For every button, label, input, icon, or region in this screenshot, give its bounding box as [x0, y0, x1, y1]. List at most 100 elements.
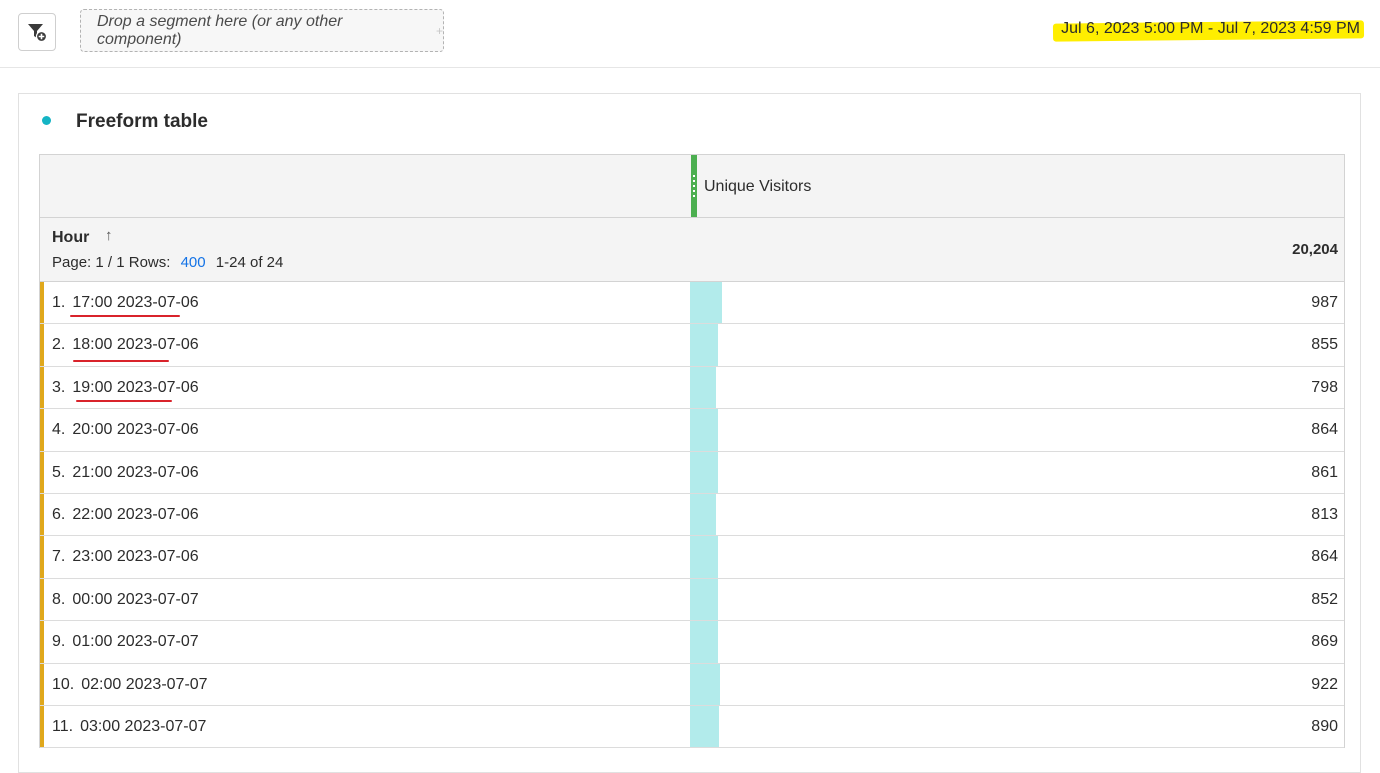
- page-label: Page: 1 / 1: [52, 254, 125, 271]
- row-accent: [40, 451, 44, 493]
- add-filter-button[interactable]: [18, 13, 56, 51]
- bar-fill: [690, 324, 718, 366]
- table-row[interactable]: 11. 03:00 2023-07-07 890: [40, 705, 1344, 749]
- freeform-table: Unique Visitors Hour ↑ Page: 1 / 1 Rows:…: [39, 154, 1345, 749]
- row-accent: [40, 282, 44, 324]
- bar-fill: [690, 663, 720, 705]
- row-index: 6.: [52, 505, 66, 523]
- bar-fill: [690, 705, 719, 748]
- metric-header-unique-visitors[interactable]: Unique Visitors: [704, 178, 811, 196]
- red-underline: [73, 360, 169, 363]
- table-row[interactable]: 3. 19:00 2023-07-06 798: [40, 366, 1344, 410]
- row-index: 2.: [52, 336, 66, 354]
- range-label: 1-24 of 24: [215, 254, 284, 271]
- table-row[interactable]: 6. 22:00 2023-07-06 813: [40, 493, 1344, 537]
- freeform-panel: Freeform table Unique Visitors Hour ↑ Pa…: [18, 93, 1361, 773]
- row-accent: [40, 663, 44, 705]
- table-row[interactable]: 10. 02:00 2023-07-07 922: [40, 663, 1344, 706]
- row-label[interactable]: 5. 21:00 2023-07-06: [52, 464, 199, 482]
- table-row[interactable]: 4. 20:00 2023-07-06 864: [40, 409, 1344, 452]
- row-hour: 20:00 2023-07-06: [72, 421, 199, 439]
- row-hour: 01:00 2023-07-07: [72, 633, 199, 651]
- row-accent: [40, 705, 44, 748]
- row-label[interactable]: 8. 00:00 2023-07-07: [52, 591, 199, 609]
- row-accent: [40, 578, 44, 621]
- row-accent: [40, 324, 44, 366]
- bar-fill: [690, 621, 719, 663]
- row-label[interactable]: 10. 02:00 2023-07-07: [52, 676, 208, 694]
- rows-label: Rows:: [128, 254, 171, 271]
- table-body: 1. 17:00 2023-07-06 987 2. 18:00 2023-07-06 8…: [40, 282, 1344, 749]
- row-label[interactable]: 3. 19:00 2023-07-06: [52, 379, 199, 397]
- row-accent: [40, 493, 44, 536]
- row-hour: 21:00 2023-07-06: [72, 463, 199, 481]
- panel-title[interactable]: Freeform table: [76, 111, 208, 133]
- metric-header-row: Unique Visitors: [40, 155, 1344, 218]
- filter-add-icon: [28, 24, 48, 43]
- row-index: 3.: [52, 378, 66, 396]
- pagination-info: Page: 1 / 1 Rows: 400 1-24 of 24: [52, 254, 283, 271]
- row-value: 864: [1311, 421, 1338, 439]
- date-range-picker[interactable]: Jul 6, 2023 5:00 PM - Jul 7, 2023 4:59 P…: [1053, 20, 1365, 42]
- row-label[interactable]: 1. 17:00 2023-07-06: [52, 294, 199, 312]
- row-index: 5.: [52, 463, 66, 481]
- bar-fill: [690, 282, 722, 324]
- row-hour: 22:00 2023-07-06: [72, 505, 199, 523]
- table-row[interactable]: 1. 17:00 2023-07-06 987: [40, 282, 1344, 325]
- row-hour: 00:00 2023-07-07: [72, 590, 199, 608]
- row-value: 890: [1311, 717, 1338, 735]
- bar-fill: [690, 409, 718, 451]
- row-value: 813: [1311, 505, 1338, 523]
- table-row[interactable]: 2. 18:00 2023-07-06 855: [40, 324, 1344, 367]
- row-label[interactable]: 7. 23:00 2023-07-06: [52, 548, 199, 566]
- row-accent: [40, 621, 44, 663]
- row-index: 11.: [52, 717, 74, 735]
- panel-status-dot: [42, 116, 51, 125]
- row-hour: 17:00 2023-07-06: [72, 294, 199, 311]
- row-label[interactable]: 11. 03:00 2023-07-07: [52, 718, 206, 736]
- drag-handle-icon[interactable]: [693, 175, 695, 197]
- top-bar: Drop a segment here (or any other compon…: [0, 0, 1380, 68]
- row-hour: 23:00 2023-07-06: [72, 548, 199, 566]
- row-accent: [40, 536, 44, 578]
- bar-fill: [690, 536, 718, 578]
- row-value: 855: [1311, 336, 1338, 354]
- bar-fill: [690, 366, 716, 409]
- bar-fill: [690, 578, 718, 621]
- row-hour: 18:00 2023-07-06: [72, 336, 199, 354]
- table-row[interactable]: 7. 23:00 2023-07-06 864: [40, 536, 1344, 579]
- table-row[interactable]: 9. 01:00 2023-07-07 869: [40, 621, 1344, 664]
- row-hour: 02:00 2023-07-07: [81, 675, 208, 693]
- arrow-up-icon[interactable]: ↑: [105, 227, 113, 244]
- row-accent: [40, 409, 44, 451]
- metric-total: 20,204: [1292, 241, 1338, 258]
- red-underline: [70, 315, 180, 317]
- dimension-header-row: Hour ↑ Page: 1 / 1 Rows: 400 1-24 of 24 …: [40, 218, 1344, 282]
- table-row[interactable]: 5. 21:00 2023-07-06 861: [40, 451, 1344, 494]
- table-row[interactable]: 8. 00:00 2023-07-07 852: [40, 578, 1344, 622]
- segment-drop-zone[interactable]: Drop a segment here (or any other compon…: [80, 9, 444, 52]
- row-value: 864: [1311, 548, 1338, 566]
- row-label[interactable]: 9. 01:00 2023-07-07: [52, 633, 199, 651]
- plus-icon: +: [435, 23, 443, 38]
- dimension-header-hour[interactable]: Hour: [52, 229, 89, 247]
- row-label[interactable]: 2. 18:00 2023-07-06: [52, 336, 199, 354]
- rows-per-page-select[interactable]: 400: [181, 254, 206, 271]
- date-range-text: Jul 6, 2023 5:00 PM - Jul 7, 2023 4:59 P…: [1061, 20, 1360, 37]
- row-hour: 03:00 2023-07-07: [80, 717, 207, 735]
- row-value: 861: [1311, 463, 1338, 481]
- row-index: 8.: [52, 590, 66, 608]
- row-value: 987: [1311, 294, 1338, 311]
- row-index: 1.: [52, 294, 66, 311]
- dropzone-text: Drop a segment here (or any other compon…: [97, 12, 343, 48]
- row-label[interactable]: 6. 22:00 2023-07-06: [52, 506, 199, 524]
- row-index: 4.: [52, 421, 66, 439]
- row-accent: [40, 366, 44, 409]
- row-index: 7.: [52, 548, 66, 566]
- row-index: 9.: [52, 633, 66, 651]
- row-value: 869: [1311, 633, 1338, 651]
- bar-fill: [690, 493, 717, 536]
- bar-fill: [690, 451, 718, 493]
- red-underline: [76, 399, 172, 402]
- row-label[interactable]: 4. 20:00 2023-07-06: [52, 421, 199, 439]
